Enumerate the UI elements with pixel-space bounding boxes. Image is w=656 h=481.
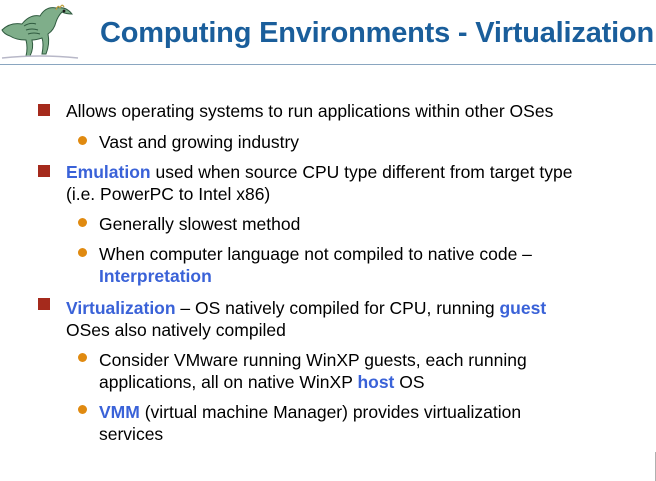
subbullet-text: (virtual machine Manager) provides virtu…	[99, 402, 522, 444]
bullet-virtualization: Virtualization – OS natively compiled fo…	[66, 297, 586, 341]
keyword-vmm: VMM	[99, 402, 140, 422]
slide: Computing Environments - Virtualization …	[0, 0, 656, 481]
round-bullet-icon	[78, 405, 87, 414]
round-bullet-icon	[78, 248, 87, 257]
subbullet-text: Consider VMware running WinXP guests, ea…	[99, 350, 527, 392]
subbullet-vmm: VMM (virtual machine Manager) provides v…	[99, 401, 564, 445]
dinosaur-icon	[1, 4, 79, 59]
square-bullet-icon	[38, 104, 50, 116]
round-bullet-icon	[78, 136, 87, 145]
keyword-host: host	[357, 372, 395, 392]
round-bullet-icon	[78, 353, 87, 362]
square-bullet-icon	[38, 165, 50, 177]
keyword-guest: guest	[499, 298, 547, 318]
keyword-interpretation: Interpretation	[99, 266, 212, 286]
bullet-allows: Allows operating systems to run applicat…	[66, 100, 606, 122]
slide-title: Computing Environments - Virtualization	[100, 17, 654, 49]
bullet-text: Allows operating systems to run applicat…	[66, 101, 554, 121]
bullet-emulation: Emulation used when source CPU type diff…	[66, 161, 581, 205]
subbullet-text: Vast and growing industry	[99, 132, 300, 152]
subbullet-text: Generally slowest method	[99, 214, 301, 234]
subbullet-vmware: Consider VMware running WinXP guests, ea…	[99, 349, 569, 393]
keyword-emulation: Emulation	[66, 162, 151, 182]
bullet-text: – OS natively compiled for CPU, running	[175, 298, 500, 318]
subbullet-text: OS	[394, 372, 425, 392]
square-bullet-icon	[38, 298, 50, 310]
subbullet-slowest: Generally slowest method	[99, 213, 599, 235]
subbullet-text: When computer language not compiled to n…	[99, 244, 532, 264]
keyword-virtualization: Virtualization	[66, 298, 176, 318]
round-bullet-icon	[78, 218, 87, 227]
subbullet-interpretation: When computer language not compiled to n…	[99, 243, 569, 287]
subbullet-vast: Vast and growing industry	[99, 131, 599, 153]
bullet-text: OSes also natively compiled	[66, 320, 286, 340]
title-divider	[0, 64, 656, 65]
